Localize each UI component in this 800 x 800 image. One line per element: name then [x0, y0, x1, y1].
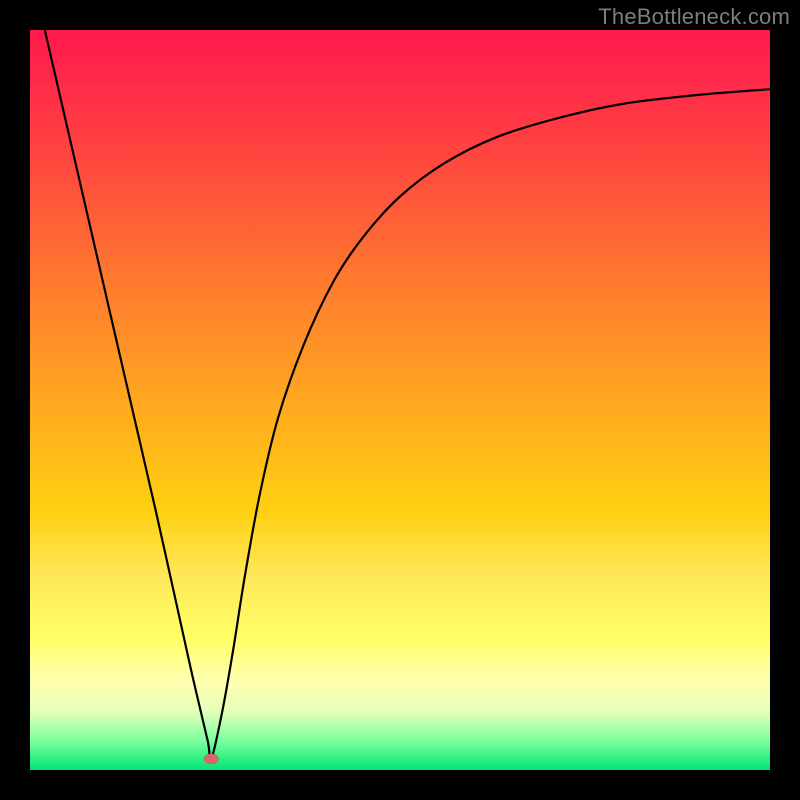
- plot-area: [30, 30, 770, 770]
- chart-svg: [30, 30, 770, 770]
- watermark-text: TheBottleneck.com: [598, 4, 790, 30]
- chart-frame: TheBottleneck.com: [0, 0, 800, 800]
- optimal-point-marker: [204, 754, 218, 764]
- bottleneck-curve: [45, 30, 770, 760]
